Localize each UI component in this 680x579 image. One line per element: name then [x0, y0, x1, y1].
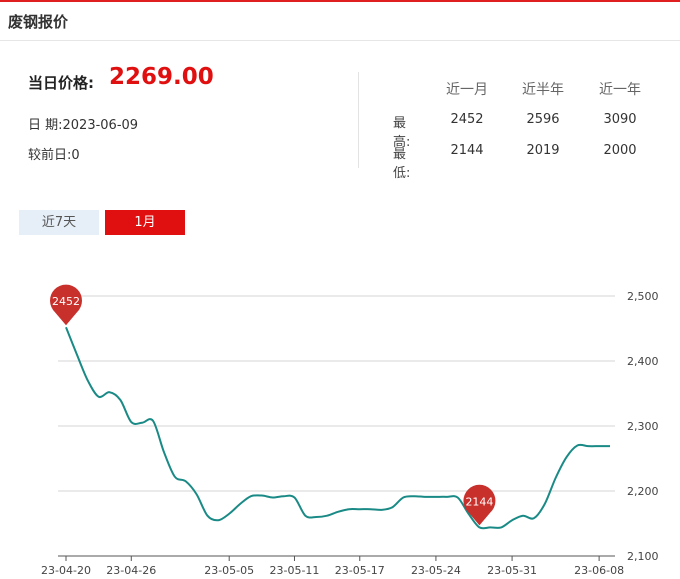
y-tick-label: 2,300 — [627, 420, 659, 433]
change-row: 较前日:0 — [28, 144, 80, 163]
stats-low-halfyear: 2019 — [526, 143, 560, 158]
series-line — [65, 326, 610, 530]
tab-1-month[interactable]: 1月 — [105, 210, 185, 235]
x-tick-label: 23-06-08 — [574, 564, 624, 577]
date-label: 日 期: — [28, 118, 63, 133]
stats-row-low-label: 最低: — [393, 147, 411, 181]
x-tick-label: 23-04-26 — [106, 564, 156, 577]
page-header: 废钢报价 — [0, 2, 680, 41]
x-tick-label: 23-05-05 — [204, 564, 254, 577]
stats-high-halfyear: 2596 — [526, 112, 560, 127]
date-value: 2023-06-09 — [62, 118, 139, 133]
change-value: 0 — [71, 148, 80, 163]
y-tick-label: 2,500 — [627, 290, 659, 303]
price-value: 2269.00 — [109, 64, 214, 90]
change-label: 较前日: — [28, 148, 72, 163]
marker-label: 2144 — [465, 495, 493, 508]
stats-low-month: 2144 — [450, 143, 484, 158]
tab-7-days[interactable]: 近7天 — [19, 210, 99, 235]
page-title: 废钢报价 — [8, 13, 69, 31]
x-tick-label: 23-04-20 — [41, 564, 91, 577]
x-tick-label: 23-05-17 — [335, 564, 385, 577]
date-row: 日 期:2023-06-09 — [28, 114, 138, 133]
x-tick-label: 23-05-31 — [487, 564, 537, 577]
stats-divider — [358, 72, 359, 168]
stats-col-year: 近一年 — [599, 82, 641, 98]
stats-col-halfyear: 近半年 — [522, 82, 564, 98]
y-tick-label: 2,200 — [627, 485, 659, 498]
price-line-chart: 2,100 2,200 2,300 2,400 2,500 23-04-20 23-04-2… — [41, 284, 659, 577]
stats-high-year: 3090 — [603, 112, 637, 127]
stats-low-year: 2000 — [603, 143, 637, 158]
stats-high-month: 2452 — [450, 112, 484, 127]
price-label: 当日价格: — [28, 74, 94, 92]
stats-col-month: 近一月 — [446, 82, 488, 98]
x-tick-label: 23-05-24 — [411, 564, 461, 577]
y-tick-label: 2,100 — [627, 550, 659, 563]
y-tick-label: 2,400 — [627, 355, 659, 368]
marker-label: 2452 — [52, 295, 80, 308]
x-tick-label: 23-05-11 — [270, 564, 320, 577]
